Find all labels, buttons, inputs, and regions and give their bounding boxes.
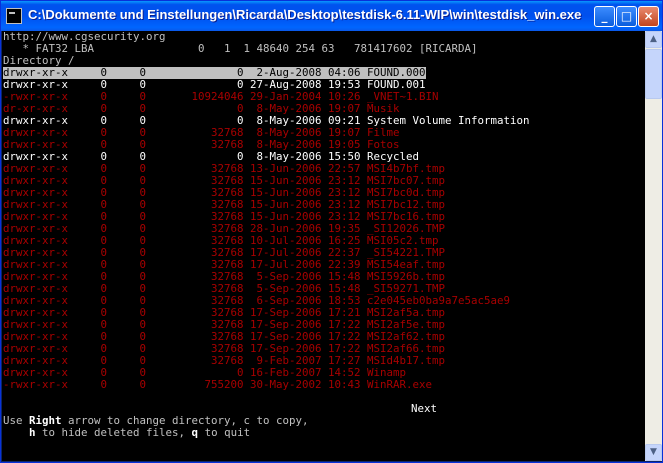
help-text: to hide deleted files, <box>35 426 192 439</box>
title-bar[interactable]: C:\Dokumente und Einstellungen\Ricarda\D… <box>1 1 662 31</box>
scroll-down-button[interactable]: ▼ <box>645 444 662 461</box>
minimize-button[interactable]: _ <box>594 6 615 27</box>
console-window: C:\Dokumente und Einstellungen\Ricarda\D… <box>0 0 663 463</box>
vertical-scrollbar[interactable]: ▲ ▼ <box>645 31 662 461</box>
console-app-icon[interactable] <box>6 8 22 24</box>
maximize-button[interactable]: □ <box>616 6 637 27</box>
scroll-thumb[interactable] <box>645 49 662 99</box>
scroll-up-button[interactable]: ▲ <box>645 31 662 48</box>
file-row[interactable]: -rwxr-xr-x 0 0 755200 30-May-2002 10:43 … <box>3 379 432 391</box>
next-link[interactable]: Next <box>411 403 437 415</box>
help-indent <box>3 426 29 439</box>
help-text: to quit <box>198 426 251 439</box>
close-button[interactable]: × <box>638 6 659 27</box>
help-line-2: h to hide deleted files, q to quit <box>3 427 250 439</box>
window-title: C:\Dokumente und Einstellungen\Ricarda\D… <box>28 7 582 22</box>
console-output[interactable]: http://www.cgsecurity.org * FAT32 LBA 0 … <box>2 31 645 461</box>
